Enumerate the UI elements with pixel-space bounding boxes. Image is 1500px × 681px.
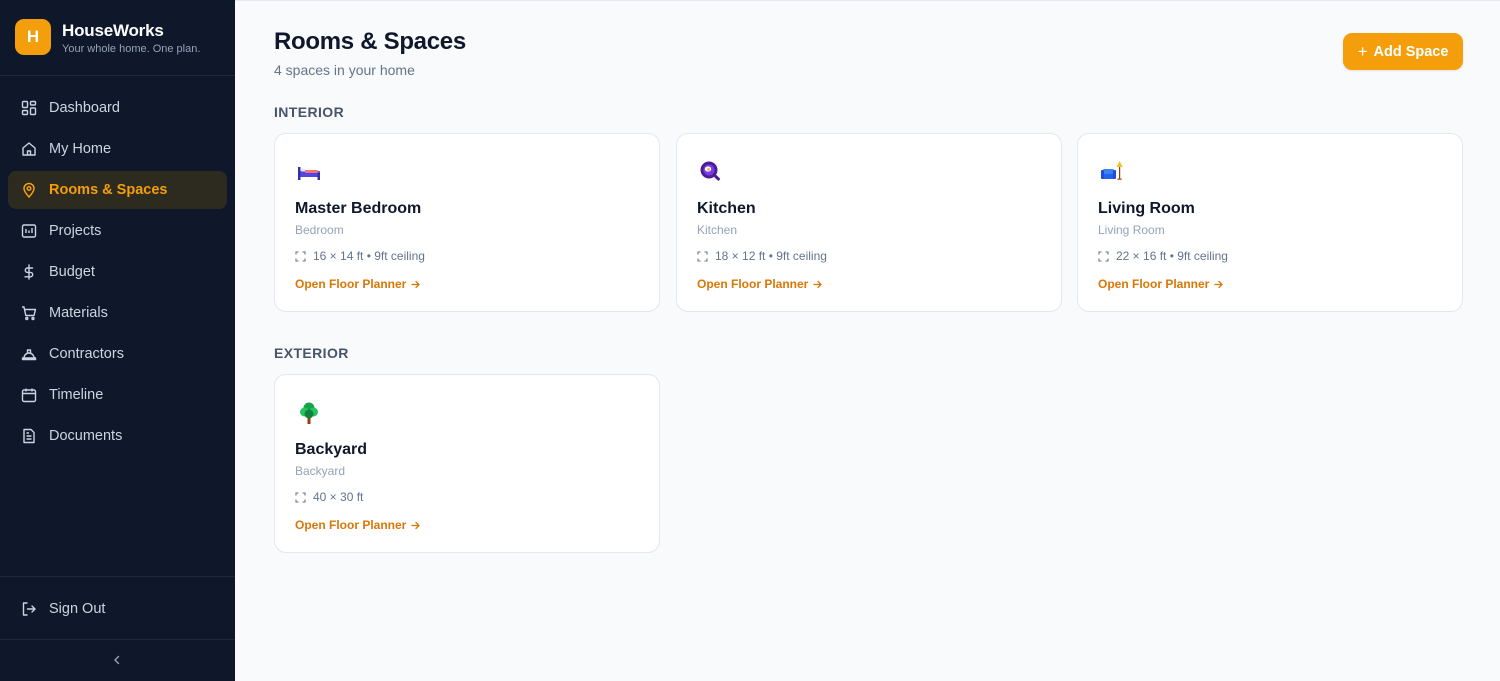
cart-icon <box>20 304 38 322</box>
arrow-right-icon <box>813 280 823 288</box>
room-type: Bedroom <box>295 223 344 237</box>
room-name: Backyard <box>295 441 368 458</box>
dashboard-icon <box>20 99 38 117</box>
frying-pan-icon <box>697 158 725 186</box>
sidebar-item-label: Projects <box>49 223 102 239</box>
sidebar-item-rooms-spaces[interactable]: Rooms & Spaces <box>8 171 227 209</box>
sidebar-item-label: Rooms & Spaces <box>49 182 168 198</box>
map-pin-icon <box>20 181 38 199</box>
add-space-label: Add Space <box>1373 43 1449 60</box>
sidebar-item-label: Contractors <box>49 346 124 362</box>
tree-icon <box>295 399 323 427</box>
document-icon <box>20 427 38 445</box>
brand-header: H HouseWorks Your whole home. One plan. <box>0 0 235 76</box>
app-tagline: Your whole home. One plan. <box>62 43 201 55</box>
room-type: Living Room <box>1098 223 1165 237</box>
app-logo[interactable]: H <box>15 19 51 55</box>
room-card[interactable]: Backyard Backyard 40 × 30 ft Open Floor … <box>274 374 660 553</box>
room-dimensions: 22 × 16 ft • 9ft ceiling <box>1098 249 1228 263</box>
couch-lamp-icon <box>1098 158 1126 186</box>
collapse-sidebar-button[interactable] <box>107 650 127 670</box>
hard-hat-icon <box>20 345 38 363</box>
open-floor-planner-label: Open Floor Planner <box>295 518 407 532</box>
room-size: 40 × 30 ft <box>313 490 364 504</box>
room-ceiling: • 9ft ceiling <box>768 249 827 263</box>
expand-icon <box>295 250 306 262</box>
sidebar-item-label: Documents <box>49 428 123 444</box>
open-floor-planner-link[interactable]: Open Floor Planner <box>697 277 823 291</box>
room-size: 16 × 14 ft <box>313 249 364 263</box>
sidebar-item-contractors[interactable]: Contractors <box>8 335 227 373</box>
arrow-right-icon <box>411 521 421 529</box>
sidebar-item-timeline[interactable]: Timeline <box>8 376 227 414</box>
add-space-button[interactable]: + Add Space <box>1343 33 1463 70</box>
chevron-left-icon <box>114 655 120 665</box>
room-dimensions: 16 × 14 ft • 9ft ceiling <box>295 249 425 263</box>
open-floor-planner-link[interactable]: Open Floor Planner <box>1098 277 1224 291</box>
sidebar-item-label: Timeline <box>49 387 104 403</box>
sign-out-icon <box>20 600 38 618</box>
sidebar-item-documents[interactable]: Documents <box>8 417 227 455</box>
sidebar-divider <box>0 639 235 640</box>
sidebar-divider <box>0 576 235 577</box>
bed-icon <box>295 158 323 186</box>
room-size: 22 × 16 ft <box>1116 249 1167 263</box>
expand-icon <box>697 250 708 262</box>
room-dimensions: 40 × 30 ft <box>295 490 363 504</box>
expand-icon <box>1098 250 1109 262</box>
sidebar-item-label: Dashboard <box>49 100 120 116</box>
sidebar-item-dashboard[interactable]: Dashboard <box>8 89 227 127</box>
open-floor-planner-label: Open Floor Planner <box>697 277 809 291</box>
sidebar-item-projects[interactable]: Projects <box>8 212 227 250</box>
sidebar: H HouseWorks Your whole home. One plan. … <box>0 0 235 681</box>
room-name: Living Room <box>1098 200 1195 217</box>
sidebar-item-my-home[interactable]: My Home <box>8 130 227 168</box>
arrow-right-icon <box>1214 280 1224 288</box>
sidebar-item-label: Materials <box>49 305 108 321</box>
app-name: HouseWorks <box>62 21 164 40</box>
section-label-exterior: EXTERIOR <box>274 345 349 361</box>
sign-out-button[interactable]: Sign Out <box>8 590 227 628</box>
room-type: Backyard <box>295 464 346 478</box>
room-name: Master Bedroom <box>295 200 422 217</box>
dollar-icon <box>20 263 38 281</box>
open-floor-planner-link[interactable]: Open Floor Planner <box>295 277 421 291</box>
room-type: Kitchen <box>697 223 738 237</box>
room-ceiling: • 9ft ceiling <box>366 249 425 263</box>
page-subtitle: 4 spaces in your home <box>274 62 415 78</box>
sidebar-item-label: Budget <box>49 264 95 280</box>
room-card[interactable]: Living Room Living Room 22 × 16 ft • 9ft… <box>1077 133 1463 312</box>
room-card[interactable]: Master Bedroom Bedroom 16 × 14 ft • 9ft … <box>274 133 660 312</box>
home-icon <box>20 140 38 158</box>
open-floor-planner-link[interactable]: Open Floor Planner <box>295 518 421 532</box>
projects-icon <box>20 222 38 240</box>
room-size: 18 × 12 ft <box>715 249 766 263</box>
main-content: Rooms & Spaces 4 spaces in your home + A… <box>235 0 1500 681</box>
sidebar-item-materials[interactable]: Materials <box>8 294 227 332</box>
room-card[interactable]: Kitchen Kitchen 18 × 12 ft • 9ft ceiling… <box>676 133 1062 312</box>
plus-icon: + <box>1357 42 1368 61</box>
sidebar-item-budget[interactable]: Budget <box>8 253 227 291</box>
open-floor-planner-label: Open Floor Planner <box>1098 277 1210 291</box>
open-floor-planner-label: Open Floor Planner <box>295 277 407 291</box>
arrow-right-icon <box>411 280 421 288</box>
page-title: Rooms & Spaces <box>274 28 466 55</box>
sidebar-item-label: My Home <box>49 141 112 157</box>
room-ceiling: • 9ft ceiling <box>1169 249 1228 263</box>
section-label-interior: INTERIOR <box>274 104 345 120</box>
expand-icon <box>295 491 306 503</box>
calendar-icon <box>20 386 38 404</box>
room-dimensions: 18 × 12 ft • 9ft ceiling <box>697 249 827 263</box>
room-name: Kitchen <box>697 200 756 217</box>
sign-out-label: Sign Out <box>49 601 106 617</box>
